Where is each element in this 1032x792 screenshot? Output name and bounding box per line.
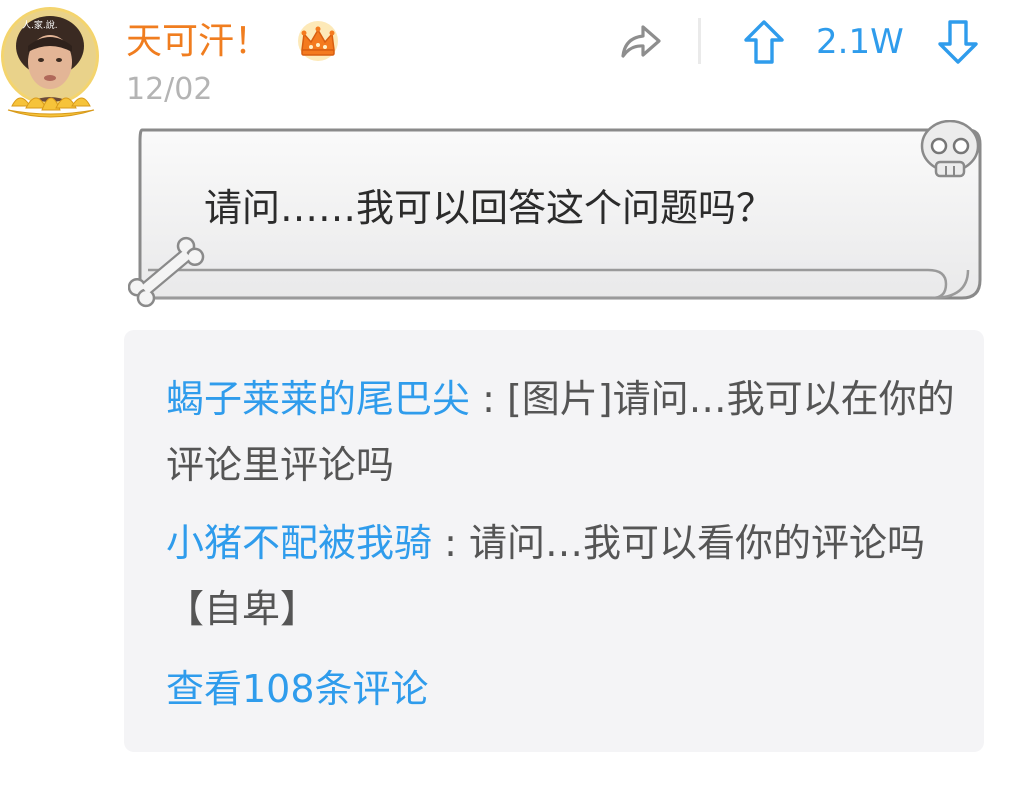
arrow-up-icon [744,20,784,64]
sub-comment[interactable]: 小猪不配被我骑 : 请问…我可以看你的评论吗【自卑】 [166,510,956,642]
arrow-down-icon [938,20,978,64]
divider [698,18,701,64]
svg-text:人.家.說.: 人.家.說. [22,19,58,31]
vote-count: 2.1W [816,22,904,62]
sub-comment-author[interactable]: 小猪不配被我骑 [166,521,432,565]
comment-card: 人.家.說. 天可汗！ 12/02 2.1W 请问……我可以回答这个问题吗？ 蝎… [0,0,1032,792]
view-more-comments-link[interactable]: 查看108条评论 [166,656,429,722]
sub-comment-author[interactable]: 蝎子莱莱的尾巴尖 [166,377,470,421]
username[interactable]: 天可汗！ [126,18,270,66]
upvote-button[interactable] [736,14,792,70]
share-arrow-icon [621,25,661,58]
share-button[interactable] [612,16,668,66]
post-date: 12/02 [126,72,213,107]
crown-badge-icon [298,21,338,61]
sub-comment-separator: : [432,521,469,565]
sub-comment-separator: : [470,377,507,421]
sub-comment[interactable]: 蝎子莱莱的尾巴尖 : [图片]请问…我可以在你的评论里评论吗 [166,366,956,498]
sub-comments-panel[interactable]: 蝎子莱莱的尾巴尖 : [图片]请问…我可以在你的评论里评论吗 小猪不配被我骑 :… [124,330,984,752]
downvote-button[interactable] [930,14,986,70]
avatar[interactable]: 人.家.說. [0,6,102,118]
post-content[interactable]: 请问……我可以回答这个问题吗？ [204,182,774,234]
